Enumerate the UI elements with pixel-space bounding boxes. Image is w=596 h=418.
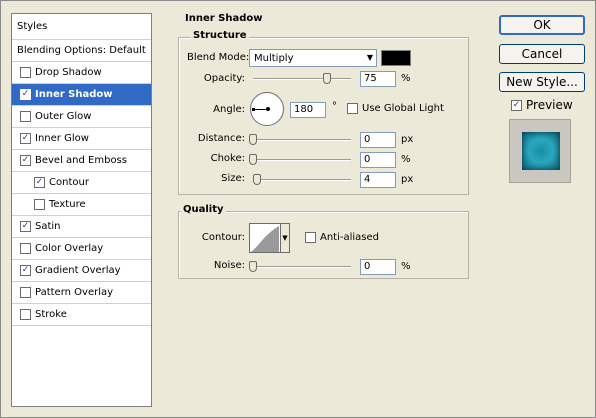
structure-title: Structure (191, 30, 249, 41)
panel-title: Inner Shadow (183, 13, 265, 24)
noise-unit: % (401, 261, 411, 272)
noise-field[interactable]: 0 (360, 259, 396, 275)
style-item[interactable]: Gradient Overlay (12, 260, 151, 282)
style-item-checkbox[interactable] (20, 309, 31, 320)
style-item-label: Texture (49, 199, 86, 210)
contour-label: Contour: (201, 232, 245, 243)
shadow-color-swatch[interactable] (381, 50, 411, 66)
style-item[interactable]: Inner Shadow (12, 84, 151, 106)
preview-swatch (522, 132, 560, 170)
styles-list-header: Styles (12, 14, 151, 40)
style-item-checkbox[interactable] (20, 67, 31, 78)
contour-dropdown-icon[interactable]: ▼ (280, 224, 289, 252)
style-item[interactable]: Drop Shadow (12, 62, 151, 84)
anti-aliased-box[interactable] (305, 232, 316, 243)
size-label: Size: (221, 173, 245, 184)
style-item[interactable]: Stroke (12, 304, 151, 326)
choke-field[interactable]: 0 (360, 152, 396, 168)
distance-field[interactable]: 0 (360, 132, 396, 148)
styles-header-label: Styles (17, 21, 48, 32)
use-global-light-checkbox[interactable]: Use Global Light (347, 103, 444, 114)
style-item-checkbox[interactable] (34, 199, 45, 210)
contour-picker[interactable]: ▼ (249, 223, 290, 253)
style-item[interactable]: Pattern Overlay (12, 282, 151, 304)
angle-dial[interactable] (250, 92, 284, 126)
style-item[interactable]: Inner Glow (12, 128, 151, 150)
preview-label: Preview (526, 98, 573, 112)
size-slider[interactable] (253, 179, 351, 181)
chevron-down-icon: ▼ (366, 53, 373, 62)
style-item-checkbox[interactable] (20, 155, 31, 166)
style-item-checkbox[interactable] (20, 111, 31, 122)
style-item[interactable]: Bevel and Emboss (12, 150, 151, 172)
style-item-label: Color Overlay (35, 243, 104, 254)
style-item-label: Outer Glow (35, 111, 92, 122)
opacity-unit: % (401, 73, 411, 84)
style-item-checkbox[interactable] (20, 133, 31, 144)
preview-box[interactable] (511, 99, 522, 111)
new-style-button[interactable]: New Style... (499, 72, 585, 92)
angle-dial-tick (252, 108, 255, 111)
choke-slider-thumb[interactable] (249, 154, 257, 165)
angle-unit: ° (332, 101, 337, 112)
contour-curve-icon (251, 226, 279, 252)
style-item-label: Inner Glow (35, 133, 89, 144)
opacity-field[interactable]: 75 (360, 71, 396, 87)
style-item-checkbox[interactable] (20, 89, 31, 100)
use-global-light-box[interactable] (347, 103, 358, 114)
distance-slider-thumb[interactable] (249, 134, 257, 145)
styles-list: Styles Blending Options: Default Drop Sha… (11, 13, 152, 407)
noise-slider[interactable] (253, 266, 351, 268)
size-slider-thumb[interactable] (253, 174, 261, 185)
style-item-label: Stroke (35, 309, 67, 320)
noise-slider-thumb[interactable] (249, 261, 257, 272)
distance-label: Distance: (197, 133, 245, 144)
style-item-checkbox[interactable] (20, 287, 31, 298)
style-item-label: Inner Shadow (35, 89, 113, 100)
style-item-label: Drop Shadow (35, 67, 102, 78)
opacity-slider[interactable] (253, 78, 351, 80)
style-item-checkbox[interactable] (34, 177, 45, 188)
preview-thumbnail (509, 119, 571, 183)
angle-dial-center (266, 107, 270, 111)
blend-mode-label: Blend Mode: (187, 52, 250, 63)
opacity-label: Opacity: (203, 73, 245, 84)
style-item[interactable]: Satin (12, 216, 151, 238)
style-item[interactable]: Contour (12, 172, 151, 194)
style-item-checkbox[interactable] (20, 221, 31, 232)
blend-mode-select[interactable]: Multiply ▼ (249, 49, 377, 67)
choke-unit: % (401, 154, 411, 165)
choke-slider[interactable] (253, 159, 351, 161)
style-item-label: Blending Options: Default (17, 45, 146, 56)
style-item[interactable]: Texture (12, 194, 151, 216)
style-item[interactable]: Blending Options: Default (12, 40, 151, 62)
style-item-label: Satin (35, 221, 61, 232)
style-item-label: Pattern Overlay (35, 287, 114, 298)
style-item-label: Gradient Overlay (35, 265, 121, 276)
style-item-checkbox[interactable] (20, 243, 31, 254)
blend-mode-value: Multiply (254, 53, 294, 64)
distance-slider[interactable] (253, 139, 351, 141)
quality-title: Quality (181, 204, 226, 215)
layer-style-dialog: Styles Blending Options: Default Drop Sha… (0, 0, 596, 418)
use-global-light-label: Use Global Light (362, 103, 444, 114)
style-item-label: Contour (49, 177, 89, 188)
style-item-checkbox[interactable] (20, 265, 31, 276)
size-unit: px (401, 174, 414, 185)
preview-checkbox[interactable]: Preview (511, 98, 573, 112)
style-item[interactable]: Outer Glow (12, 106, 151, 128)
ok-button[interactable]: OK (499, 15, 585, 35)
anti-aliased-checkbox[interactable]: Anti-aliased (305, 232, 379, 243)
angle-field[interactable]: 180 (290, 102, 326, 118)
distance-unit: px (401, 134, 414, 145)
cancel-button[interactable]: Cancel (499, 44, 585, 64)
angle-label: Angle: (213, 104, 245, 115)
opacity-slider-thumb[interactable] (323, 73, 331, 84)
noise-label: Noise: (213, 260, 245, 271)
size-field[interactable]: 4 (360, 172, 396, 188)
anti-aliased-label: Anti-aliased (320, 232, 380, 243)
style-item[interactable]: Color Overlay (12, 238, 151, 260)
style-item-label: Bevel and Emboss (35, 155, 127, 166)
choke-label: Choke: (210, 153, 245, 164)
